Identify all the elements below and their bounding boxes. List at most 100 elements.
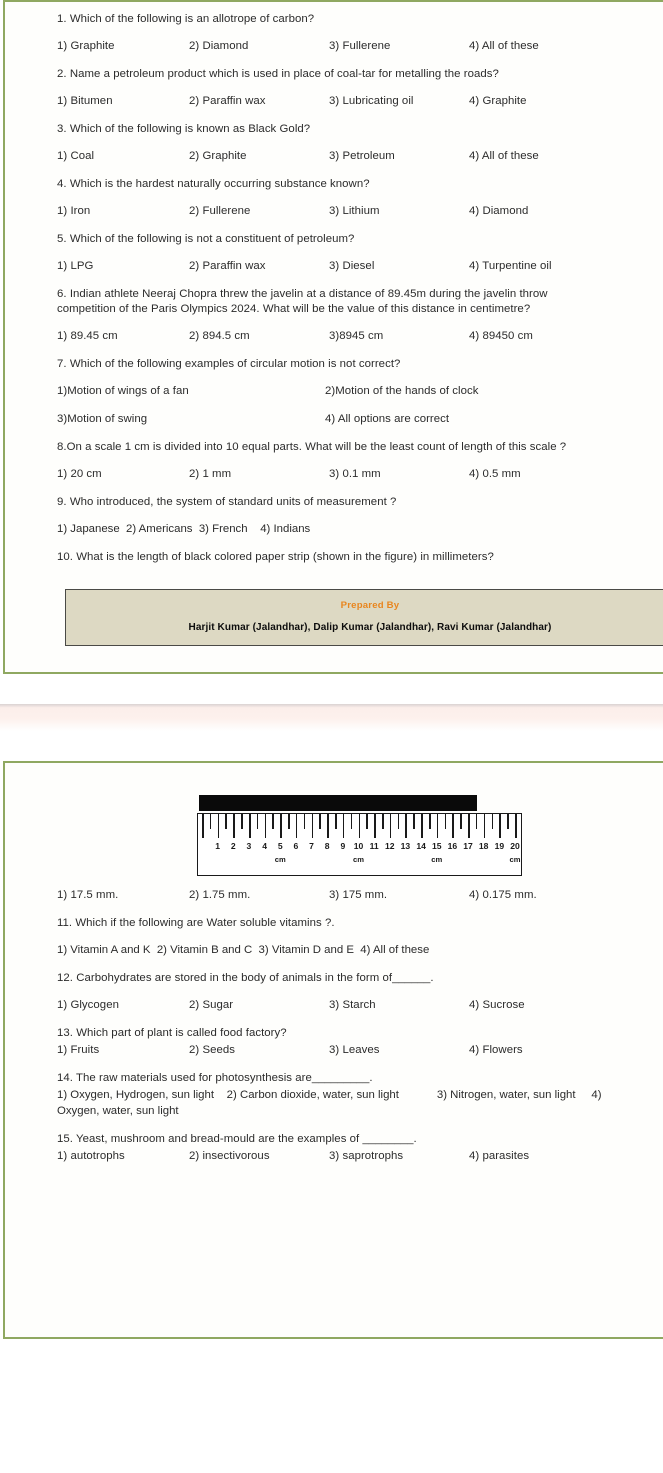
option-list[interactable]: 1) Japanese 2) Americans 3) French 4) In… bbox=[57, 523, 310, 535]
ruler-tick-minor bbox=[335, 814, 337, 829]
option-3[interactable]: 3) 0.1 mm bbox=[329, 467, 469, 482]
question-13-text: 13. Which part of plant is called food f… bbox=[57, 1027, 287, 1039]
question-2-options: 1) Bitumen 2) Paraffin wax 3) Lubricatin… bbox=[57, 94, 631, 109]
ruler-number: 10 bbox=[353, 841, 364, 851]
option-3[interactable]: 3)8945 cm bbox=[329, 329, 469, 344]
question-15-text: 15. Yeast, mushroom and bread-mould are … bbox=[57, 1133, 417, 1145]
option-1[interactable]: 1) Fruits bbox=[57, 1043, 189, 1058]
option-2[interactable]: 2) Sugar bbox=[189, 998, 329, 1013]
ruler-number: 18 bbox=[478, 841, 489, 851]
ruler-cm-labels: cm cm cm cm bbox=[198, 855, 521, 867]
ruler-tick-major bbox=[280, 814, 282, 838]
question-13-options: 1) Fruits 2) Seeds 3) Leaves 4) Flowers bbox=[57, 1043, 631, 1058]
option-2[interactable]: 2) 894.5 cm bbox=[189, 329, 329, 344]
option-1[interactable]: 1) Glycogen bbox=[57, 998, 189, 1013]
ruler-number: 19 bbox=[494, 841, 505, 851]
ruler-number: 9 bbox=[340, 841, 346, 851]
option-1[interactable]: 1) Coal bbox=[57, 149, 189, 164]
ruler-tick-minor bbox=[475, 814, 478, 829]
option-4[interactable]: 4) Graphite bbox=[469, 94, 631, 109]
option-4[interactable]: 4) Flowers bbox=[469, 1043, 631, 1058]
question-5-options: 1) LPG 2) Paraffin wax 3) Diesel 4) Turp… bbox=[57, 259, 631, 274]
option-1[interactable]: 1) Bitumen bbox=[57, 94, 189, 109]
option-4[interactable]: 4) parasites bbox=[469, 1149, 631, 1164]
option-3[interactable]: 3) Starch bbox=[329, 998, 469, 1013]
ruler-tick-major bbox=[452, 814, 454, 838]
option-2[interactable]: 2) Diamond bbox=[189, 39, 329, 54]
option-2[interactable]: 2) Fullerene bbox=[189, 204, 329, 219]
option-1[interactable]: 1) autotrophs bbox=[57, 1149, 189, 1164]
option-1[interactable]: 1) Iron bbox=[57, 204, 189, 219]
option-2[interactable]: 2) insectivorous bbox=[189, 1149, 329, 1164]
worksheet-page-2: 1 2 3 4 5 6 7 8 9 10 11 12 13 14 15 16 17 18 19 20 cm cm cm cm… bbox=[3, 761, 663, 1339]
ruler-number: 4 bbox=[262, 841, 267, 851]
option-3[interactable]: 3)Motion of swing bbox=[57, 412, 325, 427]
option-2[interactable]: 2) Paraffin wax bbox=[189, 259, 329, 274]
option-2[interactable]: 2) Graphite bbox=[189, 149, 329, 164]
ruler-tick-minor bbox=[319, 814, 321, 829]
prepared-by-title: Prepared By bbox=[340, 600, 400, 611]
question-9-text: 9. Who introduced, the system of standar… bbox=[57, 496, 397, 508]
ruler-tick-major bbox=[436, 814, 439, 838]
ruler-tick-major bbox=[483, 814, 486, 838]
option-3[interactable]: 3) Lubricating oil bbox=[329, 94, 469, 109]
option-1[interactable]: 1) 89.45 cm bbox=[57, 329, 189, 344]
option-3[interactable]: 3) Diesel bbox=[329, 259, 469, 274]
option-4[interactable]: 4) All of these bbox=[469, 39, 631, 54]
option-1[interactable]: 1) Graphite bbox=[57, 39, 189, 54]
page-separator-band bbox=[0, 704, 663, 731]
option-4[interactable]: 4) Diamond bbox=[469, 204, 631, 219]
option-list[interactable]: 1) Oxygen, Hydrogen, sun light 2) Carbon… bbox=[57, 1089, 605, 1117]
option-3[interactable]: 3) Petroleum bbox=[329, 149, 469, 164]
ruler-figure: 1 2 3 4 5 6 7 8 9 10 11 12 13 14 15 16 17 18 19 20 cm cm cm cm bbox=[197, 795, 522, 876]
ruler-tick-minor bbox=[428, 814, 431, 829]
ruler-tick-major bbox=[327, 814, 329, 838]
option-2[interactable]: 2) 1.75 mm. bbox=[189, 888, 329, 903]
ruler-figure-row: 1 2 3 4 5 6 7 8 9 10 11 12 13 14 15 16 17 18 19 20 cm cm cm cm bbox=[57, 773, 631, 888]
ruler-tick-minor bbox=[303, 814, 306, 829]
option-2[interactable]: 2)Motion of the hands of clock bbox=[325, 384, 631, 399]
option-3[interactable]: 3) saprotrophs bbox=[329, 1149, 469, 1164]
question-2-text: 2. Name a petroleum product which is use… bbox=[57, 68, 499, 80]
option-1[interactable]: 1) 17.5 mm. bbox=[57, 888, 189, 903]
prepared-by-box: Prepared By Harjit Kumar (Jalandhar), Da… bbox=[65, 589, 663, 646]
ruler-tick-minor bbox=[491, 814, 494, 829]
question-8-text: 8.On a scale 1 cm is divided into 10 equ… bbox=[57, 441, 567, 453]
ruler-tick-major bbox=[499, 814, 501, 838]
ruler-unit-label: cm bbox=[353, 855, 364, 864]
option-3[interactable]: 3) 175 mm. bbox=[329, 888, 469, 903]
option-list[interactable]: 1) Vitamin A and K 2) Vitamin B and C 3)… bbox=[57, 944, 429, 956]
ruler-number: 5 bbox=[277, 841, 283, 851]
question-15-options: 1) autotrophs 2) insectivorous 3) saprot… bbox=[57, 1149, 631, 1164]
black-paper-strip bbox=[199, 795, 477, 811]
option-2[interactable]: 2) Seeds bbox=[189, 1043, 329, 1058]
option-3[interactable]: 3) Leaves bbox=[329, 1043, 469, 1058]
worksheet-page-1: 1. Which of the following is an allotrop… bbox=[3, 0, 663, 674]
ruler-number: 6 bbox=[293, 841, 299, 851]
question-7-options-row-1: 1)Motion of wings of a fan 2)Motion of t… bbox=[57, 384, 631, 399]
question-7-text: 7. Which of the following examples of ci… bbox=[57, 358, 401, 370]
option-1[interactable]: 1) LPG bbox=[57, 259, 189, 274]
question-4-text: 4. Which is the hardest naturally occurr… bbox=[57, 178, 370, 190]
ruler-number: 7 bbox=[309, 841, 314, 851]
option-4[interactable]: 4) 89450 cm bbox=[469, 329, 631, 344]
option-4[interactable]: 4) All options are correct bbox=[325, 412, 631, 427]
option-4[interactable]: 4) Sucrose bbox=[469, 998, 631, 1013]
prepared-by-names: Harjit Kumar (Jalandhar), Dalip Kumar (J… bbox=[188, 622, 552, 633]
option-4[interactable]: 4) 0.175 mm. bbox=[469, 888, 631, 903]
question-10-text: 10. What is the length of black colored … bbox=[57, 551, 494, 563]
option-3[interactable]: 3) Fullerene bbox=[329, 39, 469, 54]
option-4[interactable]: 4) 0.5 mm bbox=[469, 467, 631, 482]
question-1-options: 1) Graphite 2) Diamond 3) Fullerene 4) A… bbox=[57, 39, 631, 54]
option-2[interactable]: 2) 1 mm bbox=[189, 467, 329, 482]
ruler-number: 14 bbox=[416, 841, 426, 851]
option-3[interactable]: 3) Lithium bbox=[329, 204, 469, 219]
option-1[interactable]: 1)Motion of wings of a fan bbox=[57, 384, 325, 399]
option-2[interactable]: 2) Paraffin wax bbox=[189, 94, 329, 109]
option-1[interactable]: 1) 20 cm bbox=[57, 467, 189, 482]
ruler-number: 8 bbox=[324, 841, 330, 851]
option-4[interactable]: 4) Turpentine oil bbox=[469, 259, 631, 274]
option-4[interactable]: 4) All of these bbox=[469, 149, 631, 164]
ruler-tick-minor bbox=[397, 814, 400, 829]
ruler-number: 13 bbox=[400, 841, 411, 851]
